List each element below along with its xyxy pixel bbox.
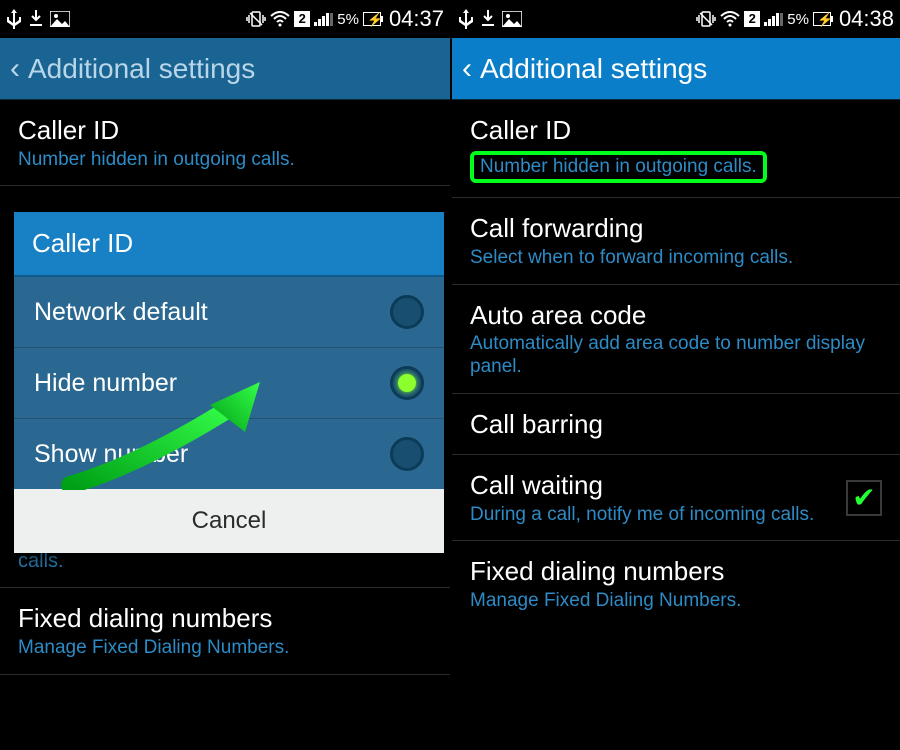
row-title: Caller ID [18,114,432,147]
row-call-barring[interactable]: Call barring [452,394,900,456]
vibrate-icon [246,11,266,27]
header-bar[interactable]: ‹ Additional settings [0,38,450,100]
row-fixed-dialing[interactable]: Fixed dialing numbers Manage Fixed Diali… [452,541,900,626]
highlight-box: Number hidden in outgoing calls. [470,151,767,184]
row-subtitle: Manage Fixed Dialing Numbers. [470,590,882,613]
back-icon[interactable]: ‹ [10,52,20,86]
row-call-waiting[interactable]: Call waiting During a call, notify me of… [452,455,900,541]
option-label: Show number [34,440,188,469]
checkbox-checked-icon[interactable]: ✔ [846,480,882,516]
radio-icon[interactable] [390,437,424,471]
signal-icon [314,12,333,26]
download-icon [480,10,496,28]
clock: 04:38 [839,6,894,32]
settings-list: Caller ID Number hidden in outgoing call… [452,100,900,627]
phone-left: 2 5% ⚡ 04:37 ‹ Additional settings Calle… [0,0,450,750]
page-title: Additional settings [28,53,255,85]
image-icon [502,11,522,27]
option-label: Network default [34,298,208,327]
row-title: Fixed dialing numbers [18,602,432,635]
cancel-button[interactable]: Cancel [14,489,444,553]
row-subtitle: Automatically add area code to number di… [470,333,882,379]
row-subtitle: Select when to forward incoming calls. [470,247,882,270]
phone-right: 2 5% ⚡ 04:38 ‹ Additional settings Calle… [450,0,900,750]
option-network-default[interactable]: Network default [14,277,444,348]
back-icon[interactable]: ‹ [462,52,472,86]
row-call-forwarding[interactable]: Call forwarding Select when to forward i… [452,198,900,284]
sim-indicator: 2 [744,11,760,27]
radio-icon[interactable] [390,295,424,329]
status-bar: 2 5% ⚡ 04:37 [0,0,450,38]
row-subtitle: Number hidden in outgoing calls. [480,156,757,177]
row-fixed-dialing[interactable]: Fixed dialing numbers Manage Fixed Diali… [0,588,450,674]
usb-icon [458,9,474,29]
row-title: Call forwarding [470,212,882,245]
radio-icon[interactable] [390,366,424,400]
dialog-title: Caller ID [14,212,444,277]
row-title: Call waiting [470,469,834,502]
battery-pct: 5% [787,11,809,28]
row-subtitle: Number hidden in outgoing calls. [18,149,432,172]
row-caller-id[interactable]: Caller ID Number hidden in outgoing call… [452,100,900,198]
clock: 04:37 [389,6,444,32]
option-hide-number[interactable]: Hide number [14,348,444,419]
row-subtitle: During a call, notify me of incoming cal… [470,504,834,527]
row-title: Fixed dialing numbers [470,555,882,588]
usb-icon [6,9,22,29]
sim-indicator: 2 [294,11,310,27]
header-bar[interactable]: ‹ Additional settings [452,38,900,100]
battery-pct: 5% [337,11,359,28]
download-icon [28,10,44,28]
wifi-icon [720,11,740,27]
option-show-number[interactable]: Show number [14,419,444,489]
row-title: Call barring [470,408,882,441]
signal-icon [764,12,783,26]
status-bar: 2 5% ⚡ 04:38 [452,0,900,38]
row-subtitle: Manage Fixed Dialing Numbers. [18,637,432,660]
wifi-icon [270,11,290,27]
image-icon [50,11,70,27]
row-auto-area-code[interactable]: Auto area code Automatically add area co… [452,285,900,394]
battery-icon: ⚡ [363,12,381,26]
row-title: Auto area code [470,299,882,332]
battery-icon: ⚡ [813,12,831,26]
option-label: Hide number [34,369,177,398]
row-title: Caller ID [470,114,882,147]
page-title: Additional settings [480,53,707,85]
caller-id-dialog: Caller ID Network default Hide number Sh… [14,212,444,553]
row-caller-id[interactable]: Caller ID Number hidden in outgoing call… [0,100,450,186]
vibrate-icon [696,11,716,27]
